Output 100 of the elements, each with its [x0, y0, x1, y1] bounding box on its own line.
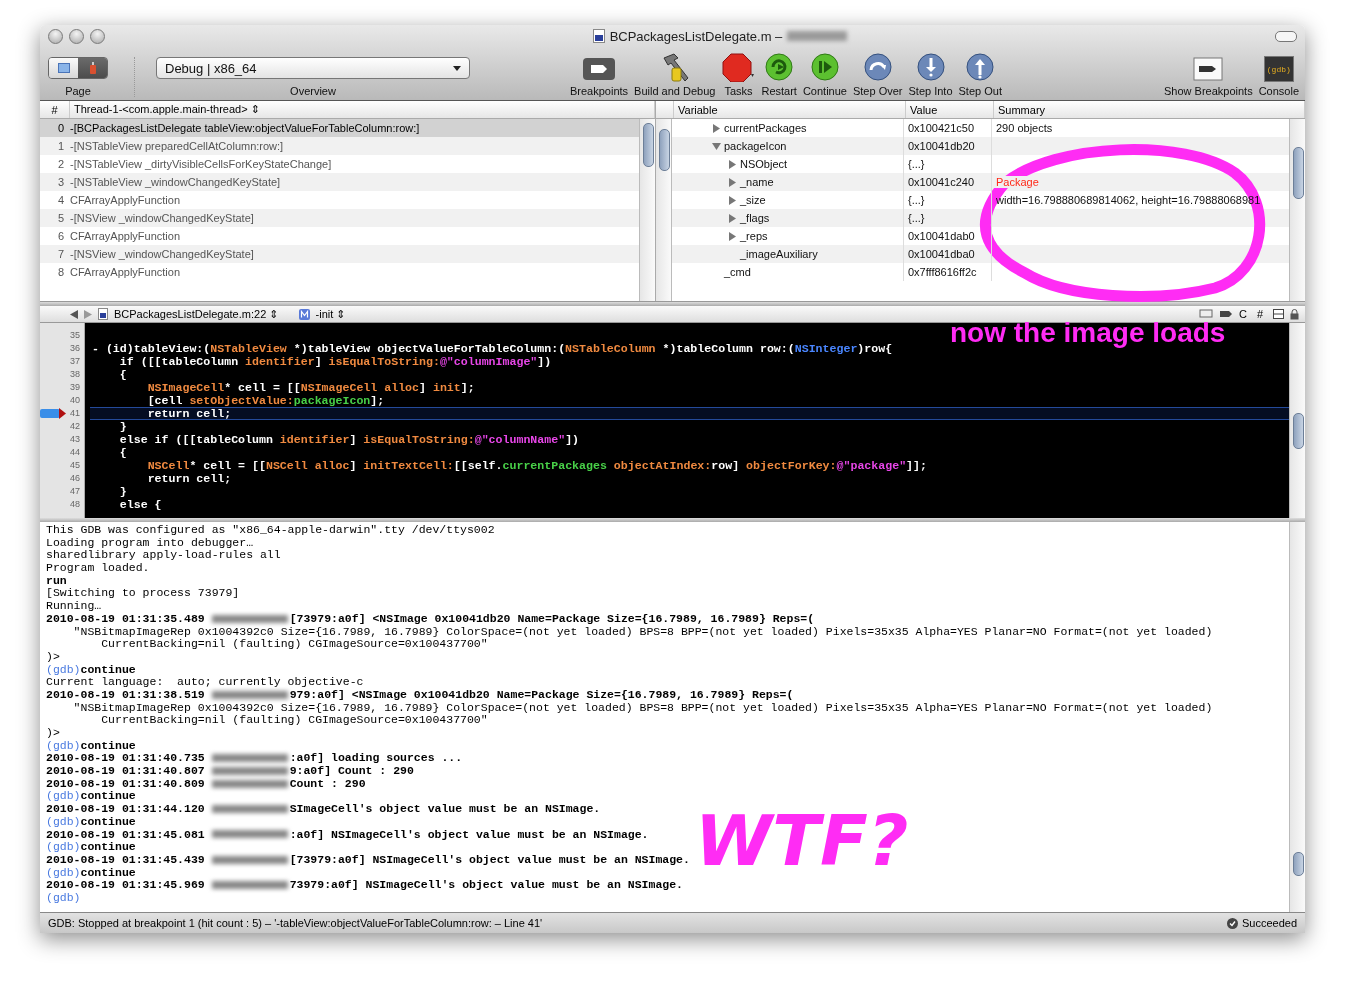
console-line: CurrentBacking=nil (faulting) CGImageSource=0x100437700" [100, 714, 489, 727]
console-line: Running… [46, 600, 103, 613]
step-into-icon [915, 52, 946, 82]
console-line: )> [46, 727, 61, 740]
log-timestamp: 2010-08-19 01:31:40.807 [46, 764, 205, 778]
lock-icon[interactable] [1290, 308, 1299, 320]
file-popup[interactable]: BCPackagesListDelegate.m:22 ⇕ [114, 307, 279, 321]
variable-name: _size [740, 194, 766, 206]
toolbar-button[interactable]: (gdb) Console [1256, 56, 1301, 97]
log-timestamp: 2010-08-19 01:31:40.735 [46, 751, 205, 765]
breakpoint-tag-icon [582, 56, 617, 82]
log-message: 73979:a0f] NSImageCell's object value must be an NSImage. [289, 878, 683, 892]
toolbar-button[interactable]: Step Over [850, 52, 905, 97]
stop-sign-icon [721, 52, 756, 82]
bottle-icon [88, 62, 97, 74]
continue-icon [809, 52, 840, 82]
console-line: This GDB was configured as "x86_64-apple-darwin".tty /dev/ttys002 [46, 524, 496, 537]
console-line: [Switching to process 73979] [46, 587, 241, 601]
bookmark-icon[interactable] [1198, 309, 1213, 319]
variable-value: {...} [904, 209, 992, 227]
toolbar-label: Overview [290, 85, 336, 97]
handwritten-annotation: now the image loads [950, 317, 1226, 349]
gdb-prompt: (gdb) [46, 814, 81, 828]
variable-value: 0x7fff8616ff2c [904, 263, 992, 281]
page-segment[interactable] [49, 58, 78, 78]
variable-name: _name [740, 176, 774, 188]
scrollbar[interactable] [639, 119, 655, 301]
build-result: Succeeded [1241, 917, 1297, 929]
scrollbar[interactable] [656, 119, 672, 301]
source-file-icon [98, 308, 108, 320]
variable-name: NSObject [740, 158, 788, 170]
scrollbar[interactable] [1289, 323, 1305, 518]
console-command: continue [80, 814, 136, 828]
line-number: 46 [70, 472, 80, 485]
code-line: NSCell* cell = [[NSCell alloc] initTextCell:[[self.currentPackages objectAtIndex:row] objectForKey:@"package"]]; [146, 459, 928, 472]
zoom-button[interactable] [90, 28, 105, 44]
nav-menu[interactable]: C [1238, 308, 1247, 320]
variable-name: _imageAuxiliary [740, 248, 818, 260]
console-line: Program loaded. [46, 562, 151, 575]
line-number: 38 [70, 368, 80, 381]
variable-summary: 290 objects [995, 122, 1053, 134]
scrollbar[interactable] [1289, 119, 1305, 301]
toolbar-toggle-button[interactable] [1275, 30, 1297, 42]
gdb-prompt: (gdb) [46, 789, 81, 803]
scheme-dropdown[interactable]: Debug | x86_64 [156, 57, 470, 79]
stack-frame-row[interactable]: 1 -[NSTableView preparedCellAtColumn:row:] [40, 137, 639, 155]
code-line: return cell; [146, 472, 233, 485]
line-number: 42 [70, 420, 80, 433]
variable-value: 0x10041dba0 [904, 245, 992, 263]
code-line: NSImageCell* cell = [[NSImageCell alloc] init]; [146, 381, 476, 394]
log-timestamp: 2010-08-19 01:31:45.439 [46, 852, 205, 866]
toolbar-button[interactable]: Continue [800, 52, 849, 97]
console-line: Loading program into debugger… [46, 536, 255, 550]
nav-menu[interactable]: # [1256, 308, 1263, 320]
console-line: Current language: auto; currently objective-c [46, 676, 365, 689]
forward-arrow-icon[interactable] [84, 309, 92, 319]
line-number: 39 [70, 381, 80, 394]
handwritten-annotation: WTF? [695, 800, 909, 882]
log-timestamp: 2010-08-19 01:31:44.120 [46, 802, 205, 816]
log-message: :a0f] NSImageCell's object value must be an NSImage. [289, 827, 649, 841]
stack-frame-row[interactable]: 7 -[NSView _windowChangedKeyState] [40, 245, 639, 263]
stack-frame-row[interactable]: 8 CFArrayApplyFunction [40, 263, 639, 281]
column-header: # [40, 101, 70, 118]
close-button[interactable] [48, 28, 63, 44]
toolbar-button[interactable]: Tasks [719, 52, 758, 97]
toolbar-button[interactable]: Restart [759, 52, 799, 97]
toolbar-button[interactable]: Breakpoints [568, 56, 631, 97]
log-message: 979:a0f] <NSImage 0x10041db20 Name=Package Size={16.7989, 16.7989} Reps=( [289, 687, 794, 701]
symbol-popup[interactable]: -init ⇕ [315, 307, 346, 321]
code-line: else if ([[tableColumn identifier] isEqualToString:@"columnName"]) [118, 433, 581, 446]
line-number: 41 [70, 407, 80, 420]
gdb-prompt: (gdb) [46, 840, 81, 854]
console-line: CurrentBacking=nil (faulting) CGImageSource=0x100437700" [100, 638, 489, 651]
breakpoint-tag-icon[interactable] [1218, 309, 1233, 319]
line-number: 37 [70, 355, 80, 368]
console-line: "NSBitmapImageRep 0x1004392c0 Size={16.7989, 16.7989} ColorSpace=(not yet loaded) BPS=8 BPP=(not yet loaded) Pixels=35x35 Alpha=YES Planar=NO Format=(not yet loaded) [72, 701, 1214, 715]
toolbar-button[interactable]: Step Out [956, 52, 1004, 97]
line-number: 36 [70, 342, 80, 355]
stack-frame-row[interactable]: 4 CFArrayApplyFunction [40, 191, 639, 209]
minimize-button[interactable] [69, 28, 84, 44]
thread-popup[interactable]: Thread-1-<com.apple.main-thread> ⇕ [70, 101, 655, 118]
toolbar-button[interactable]: Show Breakpoints [1161, 56, 1255, 97]
back-arrow-icon[interactable] [70, 309, 78, 319]
line-number: 44 [70, 446, 80, 459]
stack-frame-row[interactable]: 6 CFArrayApplyFunction [40, 227, 639, 245]
page-segment[interactable] [78, 58, 107, 78]
code-line: [cell setObjectValue:packageIcon]; [146, 394, 386, 407]
stack-frame-row[interactable]: 2 -[NSTableView _dirtyVisibleCellsForKeyStateChange] [40, 155, 639, 173]
split-view-icon[interactable] [1273, 309, 1284, 319]
console-line: sharedlibrary apply-load-rules all [46, 549, 282, 563]
code-line: - (id)tableView:(NSTableView *)tableView objectValueForTableColumn:(NSTableColumn *)tableColumn row:(NSInteger)row{ [91, 342, 894, 355]
stack-frame-row[interactable]: 0 -[BCPackagesListDelegate tableView:objectValueForTableColumn:row:] [40, 119, 639, 137]
variable-name: packageIcon [724, 140, 787, 152]
toolbar-button[interactable]: Step Into [906, 52, 955, 97]
gdb-prompt: (gdb) [46, 738, 81, 752]
stack-frame-row[interactable]: 3 -[NSTableView _windowChangedKeyState] [40, 173, 639, 191]
scrollbar[interactable] [1289, 522, 1305, 912]
toolbar-button[interactable]: Build and Debug [632, 52, 718, 97]
variable-summary: Package [992, 176, 1039, 188]
stack-frame-row[interactable]: 5 -[NSView _windowChangedKeyState] [40, 209, 639, 227]
